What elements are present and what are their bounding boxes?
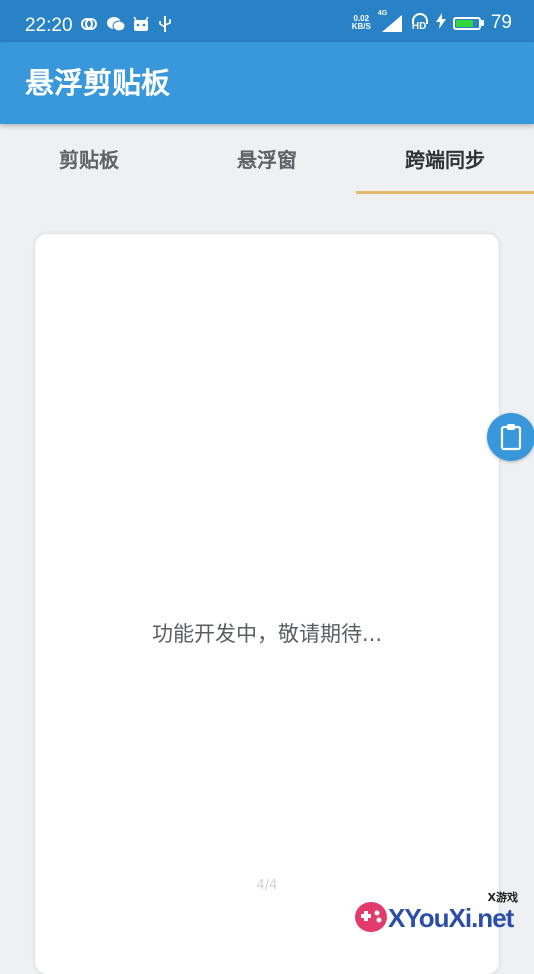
tab-clipboard[interactable]: 剪贴板 xyxy=(0,126,178,194)
battery-percent: 79 xyxy=(490,12,512,33)
status-bar: 22:20 0.02 KB/S 4G HD 79 xyxy=(0,0,534,42)
network-speed: 0.02 KB/S xyxy=(352,15,371,31)
app-title: 悬浮剪贴板 xyxy=(25,66,171,100)
android-icon xyxy=(132,15,150,33)
tab-bar: 剪贴板 悬浮窗 跨端同步 xyxy=(0,126,534,194)
charging-icon xyxy=(435,13,446,33)
content-card: 功能开发中，敬请期待... 4/4 xyxy=(35,234,499,974)
feature-message: 功能开发中，敬请期待... xyxy=(151,622,383,646)
signal-icon: 4G xyxy=(378,10,404,33)
gamepad-logo-icon xyxy=(355,902,387,932)
tab-floating-window[interactable]: 悬浮窗 xyxy=(178,126,356,194)
battery-fill xyxy=(455,19,474,27)
wechat-icon xyxy=(106,15,126,33)
watermark: X游戏 XYouXi.net xyxy=(354,887,526,941)
tab-cross-device-sync[interactable]: 跨端同步 xyxy=(356,126,534,194)
floating-clipboard-button[interactable] xyxy=(487,413,534,461)
app-bar: 悬浮剪贴板 xyxy=(0,42,534,124)
status-notification-icons xyxy=(80,15,176,33)
network-speed-unit: KB/S xyxy=(351,22,371,31)
clipboard-icon xyxy=(500,424,522,451)
link-icon xyxy=(80,15,98,33)
watermark-text: XYouXi.net xyxy=(388,903,514,933)
hd-label: HD xyxy=(411,21,427,32)
status-time: 22:20 xyxy=(25,15,73,36)
usb-icon xyxy=(158,15,176,33)
battery-icon xyxy=(452,16,484,30)
tab-indicator xyxy=(356,191,534,194)
headset-icon: HD xyxy=(411,13,429,33)
status-system-icons: 0.02 KB/S 4G HD 79 xyxy=(352,10,512,34)
